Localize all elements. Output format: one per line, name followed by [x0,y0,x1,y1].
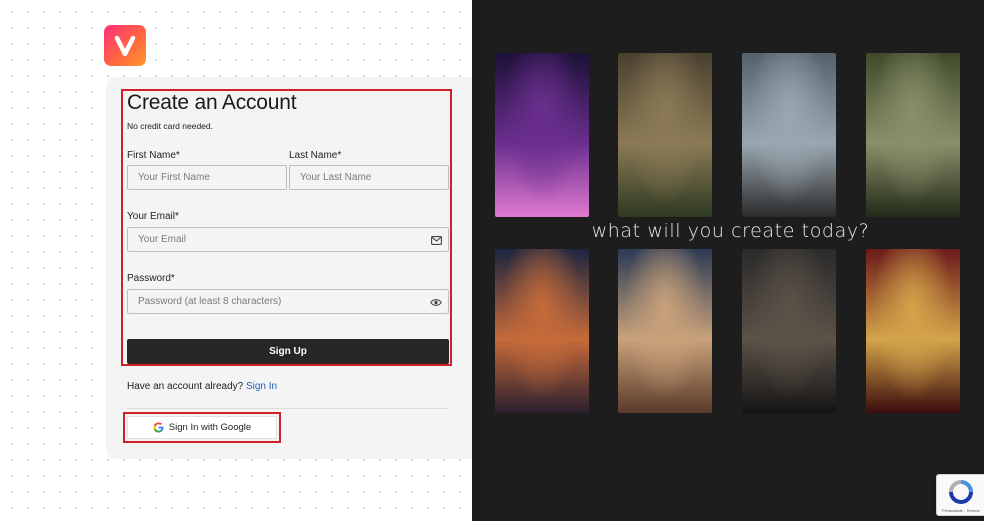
recaptcha-icon [949,480,973,504]
page-title: Create an Account [127,91,297,114]
logo-v-icon [114,35,136,56]
gallery-image-pirate-ship [742,53,836,217]
gallery-image-dark-alley [742,249,836,413]
first-name-field[interactable] [127,165,287,190]
first-name-label: First Name* [127,150,180,161]
gallery-image-sci-fi-city [495,249,589,413]
recaptcha-badge[interactable]: Privacidade - Termos [936,474,984,516]
page-subtitle: No credit card needed. [127,121,213,131]
gallery-image-royal-bride [866,249,960,413]
last-name-label: Last Name* [289,150,342,161]
google-sign-in-button[interactable]: Sign In with Google [127,416,277,439]
last-name-input[interactable] [290,166,448,189]
recaptcha-links[interactable]: Privacidade - Termos [942,508,980,513]
brand-logo[interactable] [104,25,146,66]
gallery-image-space-heroine [618,249,712,413]
gallery-image-cosmic-wanderer [495,53,589,217]
sign-up-button[interactable]: Sign Up [127,339,449,364]
sign-in-link[interactable]: Sign In [246,381,277,392]
gallery-image-dinosaur [866,53,960,217]
gallery-image-ruined-capitol [618,53,712,217]
email-label: Your Email* [127,211,179,222]
email-field[interactable] [127,227,449,252]
password-label: Password* [127,273,175,284]
email-input[interactable] [128,228,448,251]
gallery-tagline: what will you create today? [591,220,870,242]
have-account-row: Have an account already? Sign In [127,381,277,392]
google-sign-in-label: Sign In with Google [168,422,252,433]
envelope-icon [430,234,442,246]
first-name-input[interactable] [128,166,286,189]
have-account-text: Have an account already? [127,381,244,392]
google-icon [153,422,164,433]
last-name-field[interactable] [289,165,449,190]
eye-icon[interactable] [430,296,442,308]
divider [127,408,449,409]
password-field[interactable] [127,289,449,314]
password-input[interactable] [128,290,448,313]
